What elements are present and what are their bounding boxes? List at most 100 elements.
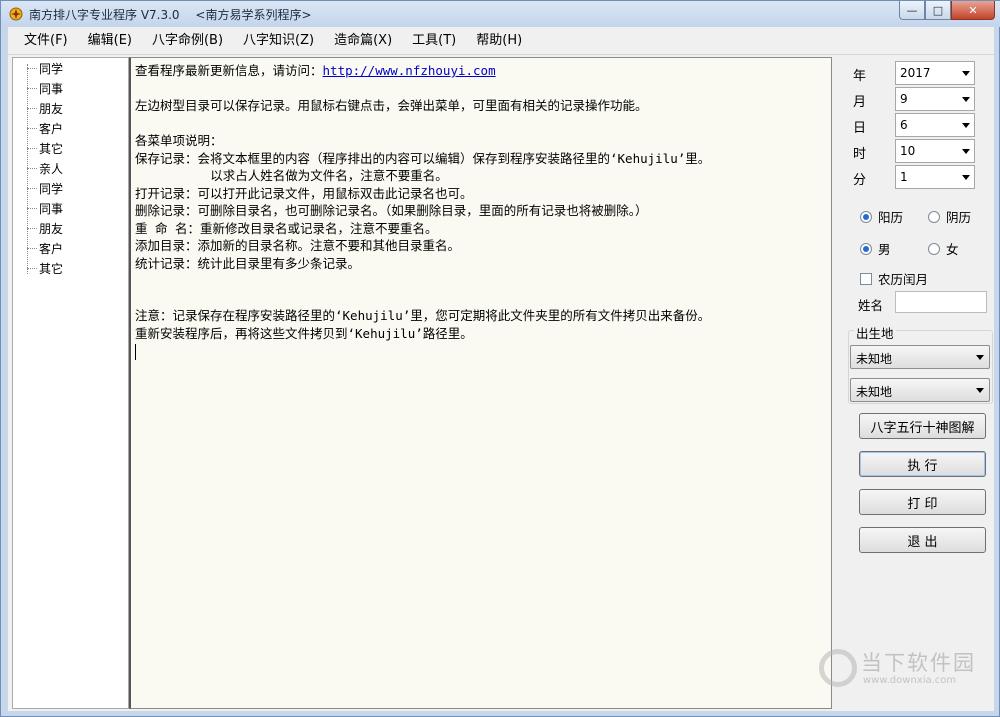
maximize-button[interactable]: □ [925,1,951,20]
app-icon [9,7,23,21]
app-window: 南方排八字专业程序 V7.3.0 <南方易学系列程序> — □ ✕ 文件(F) … [0,0,1000,717]
window-controls: — □ ✕ [899,1,995,21]
tree-item[interactable]: 同事 [13,78,63,98]
menu-bar: 文件(F) 编辑(E) 八字命例(B) 八字知识(Z) 造命篇(X) 工具(T)… [8,27,994,55]
minute-label: 分 [853,173,867,188]
client-area: 文件(F) 编辑(E) 八字命例(B) 八字知识(Z) 造命篇(X) 工具(T)… [8,27,994,711]
website-link[interactable]: http://www.nfzhouyi.com [323,63,496,78]
wuxing-diagram-button[interactable]: 八字五行十神图解 [859,413,986,439]
checkbox-icon[interactable] [860,272,872,285]
tree-item[interactable]: 同事 [13,198,63,218]
minimize-button[interactable]: — [899,1,925,20]
birthplace-city-select[interactable]: 未知地 [850,378,990,402]
female-label: 女 [946,242,959,257]
leap-month-checkbox[interactable]: 农历闰月 [860,269,928,288]
hour-label: 时 [853,147,867,162]
record-tree[interactable]: 同学 同事 朋友 客户 其它 亲人 同学 同事 朋友 客户 其它 [12,57,129,709]
male-radio[interactable]: 男 [860,239,891,258]
dropdown-arrow-icon[interactable] [962,71,970,76]
radio-selected-icon[interactable] [860,242,872,255]
day-value: 6 [900,118,908,132]
tree-item[interactable]: 客户 [13,238,63,258]
editor-line: 左边树型目录可以保存记录。用鼠标右键点击，会弹出菜单，可里面有相关的记录操作功能… [135,98,648,113]
radio-icon[interactable] [928,242,940,255]
execute-button[interactable]: 执 行 [859,451,986,477]
tree-item-label: 客户 [39,121,64,136]
tree-item-label: 亲人 [39,161,64,176]
leap-month-label: 农历闰月 [878,272,929,287]
watermark-url: www.downxia.com [863,675,957,686]
hour-value: 10 [900,144,916,158]
tree-item[interactable]: 其它 [13,258,63,278]
dropdown-arrow-icon[interactable] [962,149,970,154]
birthplace-province-select[interactable]: 未知地 [850,345,990,369]
dropdown-arrow-icon[interactable] [976,388,984,393]
tree-item-label: 同学 [39,181,64,196]
solar-label: 阳历 [878,210,904,225]
solar-radio[interactable]: 阳历 [860,207,903,226]
exit-button[interactable]: 退 出 [859,527,986,553]
tree-item[interactable]: 亲人 [13,158,63,178]
dropdown-arrow-icon[interactable] [976,355,984,360]
tree-item[interactable]: 同学 [13,178,63,198]
hour-combo[interactable]: 10 [895,139,975,163]
day-combo[interactable]: 6 [895,113,975,137]
close-button[interactable]: ✕ [951,1,995,20]
print-button[interactable]: 打 印 [859,489,986,515]
watermark: 当下软件园 www.downxia.com [819,645,989,695]
female-radio[interactable]: 女 [928,239,959,258]
menu-file[interactable]: 文件(F) [14,27,78,55]
lunar-radio[interactable]: 阴历 [928,207,971,226]
tree-item-label: 客户 [39,241,64,256]
year-row: 年 2017 [834,61,994,87]
dropdown-arrow-icon[interactable] [962,123,970,128]
province-value: 未知地 [856,352,893,366]
day-label: 日 [853,121,867,136]
menu-bazi-cases[interactable]: 八字命例(B) [142,27,233,55]
radio-icon[interactable] [928,210,940,223]
radio-selected-icon[interactable] [860,210,872,223]
day-row: 日 6 [834,113,994,139]
month-row: 月 9 [834,87,994,113]
editor-line: 各菜单项说明： [135,133,223,148]
editor-line: 保存记录：会将文本框里的内容（程序排出的内容可以编辑）保存到程序安装路径里的‘K… [135,150,711,166]
tree-item[interactable]: 朋友 [13,98,63,118]
hour-row: 时 10 [834,139,994,165]
editor-line: 重新安装程序后，再将这些文件拷贝到‘Kehujilu’路径里。 [135,325,473,341]
window-title-sub: <南方易学系列程序> [195,8,312,22]
editor-line: 重 命 名：重新修改目录名或记录名，注意不要重名。 [135,220,438,236]
month-combo[interactable]: 9 [895,87,975,111]
year-value: 2017 [900,66,931,80]
tree-item[interactable]: 其它 [13,138,63,158]
year-label: 年 [853,69,867,84]
menu-edit[interactable]: 编辑(E) [78,27,142,55]
input-panel: 年 2017 月 9 日 6 时 10 分 1 阳历 阴历 男 女 农历闰月 姓… [834,57,994,709]
editor-caret-line [135,342,827,360]
tree-item-label: 同学 [39,61,64,76]
dropdown-arrow-icon[interactable] [962,97,970,102]
minute-row: 分 1 [834,165,994,191]
menu-zaoming[interactable]: 造命篇(X) [324,27,402,55]
dropdown-arrow-icon[interactable] [962,175,970,180]
menu-tools[interactable]: 工具(T) [402,27,466,55]
text-editor[interactable]: 查看程序最新更新信息，请访问：http://www.nfzhouyi.com 左… [129,57,832,709]
gender-radio-group: 男 女 [834,237,994,257]
minute-combo[interactable]: 1 [895,165,975,189]
male-label: 男 [878,242,891,257]
tree-item[interactable]: 朋友 [13,218,63,238]
tree-item[interactable]: 同学 [13,58,63,78]
month-label: 月 [853,95,867,110]
year-combo[interactable]: 2017 [895,61,975,85]
editor-line: 删除记录：可删除目录名，也可删除记录名。（如果删除目录，里面的所有记录也将被删除… [135,203,648,218]
editor-line: 打开记录：可以打开此记录文件，用鼠标双击此记录名也可。 [135,185,473,201]
menu-help[interactable]: 帮助(H) [466,27,532,55]
menu-bazi-knowledge[interactable]: 八字知识(Z) [233,27,324,55]
watermark-text: 当下软件园 [861,651,976,675]
editor-line: 查看程序最新更新信息，请访问：http://www.nfzhouyi.com [135,62,827,80]
tree-item[interactable]: 客户 [13,118,63,138]
update-info-text: 查看程序最新更新信息，请访问： [135,63,323,78]
tree-item-label: 朋友 [39,101,64,116]
window-title-main: 南方排八字专业程序 V7.3.0 [29,8,180,22]
name-input[interactable] [895,291,987,313]
